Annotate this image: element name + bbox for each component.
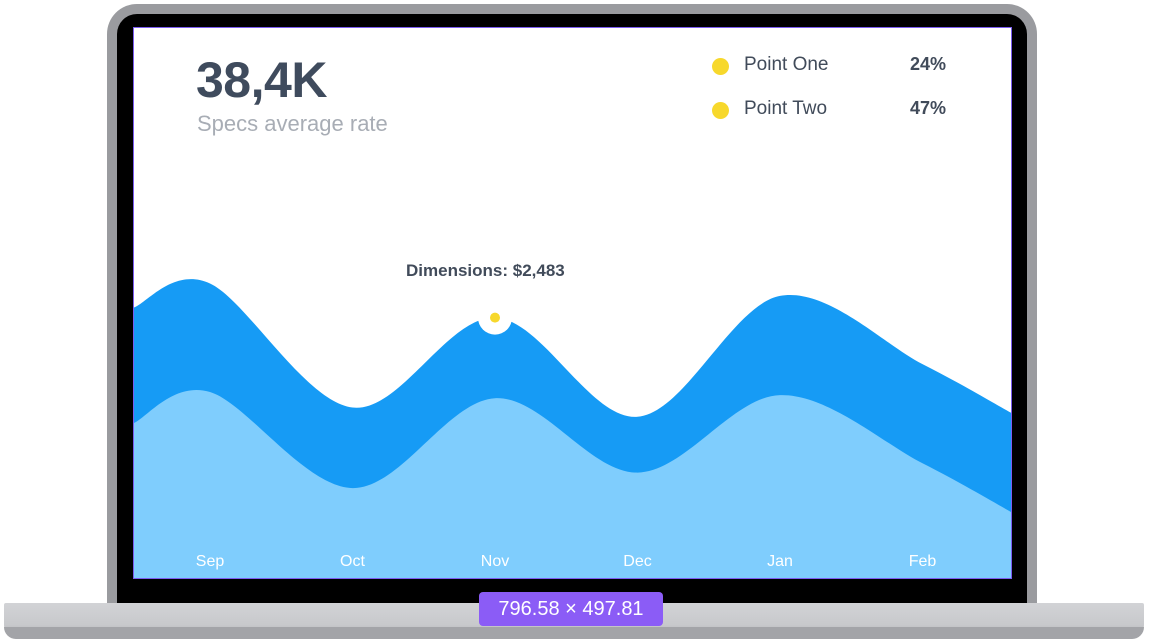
x-tick-label-sep: Sep xyxy=(196,553,225,570)
marker-dot xyxy=(490,312,500,323)
dashboard-card[interactable]: 38,4K Specs average rate Point One 24% P… xyxy=(133,27,1012,579)
dimension-badge: 796.58 × 497.81 xyxy=(479,592,663,626)
highlight-marker[interactable] xyxy=(478,300,512,335)
x-tick-label-nov: Nov xyxy=(481,553,509,570)
laptop-base-edge xyxy=(4,627,1144,639)
x-tick-label-jan: Jan xyxy=(767,553,793,570)
area-chart: Sep Oct Nov Dec Jan Feb xyxy=(134,279,1011,578)
x-tick-label-feb: Feb xyxy=(909,553,937,570)
app-stage: 38,4K Specs average rate Point One 24% P… xyxy=(0,0,1150,644)
x-tick-label-oct: Oct xyxy=(340,553,365,570)
x-tick-label-dec: Dec xyxy=(623,553,651,570)
tooltip: Dimensions: $2,483 xyxy=(406,261,565,280)
